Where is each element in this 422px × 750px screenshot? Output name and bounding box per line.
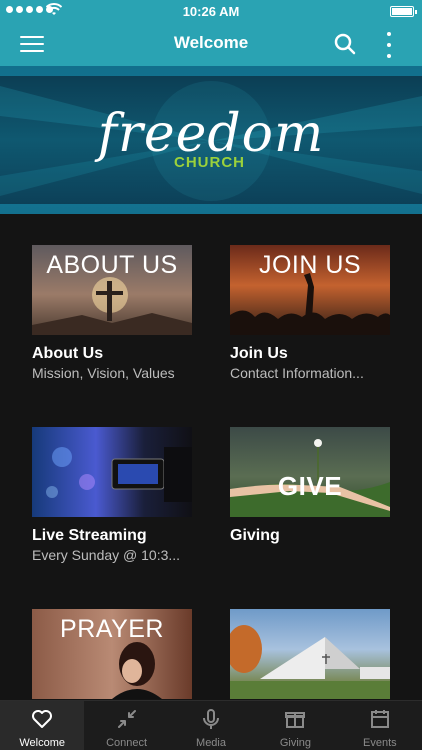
more-options-icon[interactable]	[382, 32, 396, 58]
nav-tab-media[interactable]: Media	[169, 701, 253, 750]
nav-tab-label: Welcome	[19, 737, 66, 749]
banner-logo-subtitle: CHURCH	[174, 154, 245, 171]
tile-overlay-text: PRAYER	[60, 615, 164, 643]
tile-label: Giving	[230, 527, 280, 544]
app-bar: Welcome	[0, 24, 422, 66]
tile-live-streaming[interactable]: Live Streaming Every Sunday @ 10:3...	[32, 427, 192, 563]
nav-tab-connect[interactable]: Connect	[84, 701, 168, 750]
status-bar: 10:26 AM	[0, 0, 422, 24]
join-us-image: JOIN US	[230, 245, 390, 335]
church-building-image	[230, 609, 390, 699]
tile-subtitle: Contact Information...	[230, 365, 364, 381]
tile-overlay-text: JOIN US	[258, 251, 362, 279]
tile-prayer[interactable]: PRAYER	[32, 609, 192, 700]
tile-overlay-text: ABOUT US	[46, 251, 178, 279]
tile-subtitle: Every Sunday @ 10:3...	[32, 547, 181, 563]
nav-tab-events[interactable]: Events	[338, 701, 422, 750]
bottom-navigation: Welcome Connect Media Giving Events	[0, 700, 422, 750]
connect-icon	[117, 710, 136, 728]
tile-subtitle: Mission, Vision, Values	[32, 365, 175, 381]
page-title: Welcome	[173, 33, 249, 52]
tile-join-us[interactable]: JOIN US Join Us Contact Information...	[230, 245, 390, 381]
tile-label: Live Streaming	[32, 527, 147, 544]
tile-label: About Us	[32, 345, 104, 362]
nav-tab-label: Media	[196, 737, 226, 749]
battery-icon	[390, 6, 417, 17]
search-icon[interactable]	[333, 32, 357, 56]
prayer-image: PRAYER	[32, 609, 192, 699]
church-building-icon	[230, 625, 390, 699]
status-time: 10:26 AM	[182, 4, 240, 19]
tile-label: Join Us	[230, 345, 288, 362]
nav-tab-welcome[interactable]: Welcome	[0, 701, 85, 750]
camera-icon	[46, 447, 192, 502]
tile-church[interactable]	[230, 609, 390, 700]
microphone-icon	[203, 709, 220, 729]
church-banner: freedom CHURCH	[0, 66, 422, 214]
about-us-image: ABOUT US	[32, 245, 192, 335]
live-streaming-image	[32, 427, 192, 517]
heart-icon	[32, 710, 53, 728]
nav-tab-label: Giving	[279, 737, 312, 749]
menu-grid: ABOUT US About Us Mission, Vision, Value…	[0, 214, 422, 700]
calendar-icon	[370, 710, 389, 728]
giving-image: GIVE	[230, 427, 390, 517]
nav-tab-label: Connect	[106, 737, 148, 749]
tile-overlay-text: GIVE	[277, 471, 343, 501]
gift-icon	[285, 712, 306, 728]
nav-tab-label: Events	[363, 737, 397, 749]
tile-giving[interactable]: GIVE Giving	[230, 427, 390, 547]
nav-tab-giving[interactable]: Giving	[253, 701, 337, 750]
tile-about-us[interactable]: ABOUT US About Us Mission, Vision, Value…	[32, 245, 192, 381]
